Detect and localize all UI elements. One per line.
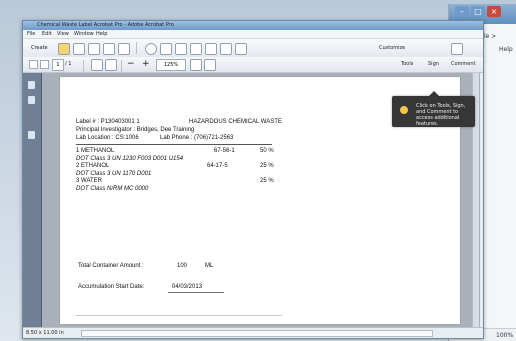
page-number-input[interactable]: 1 [52, 59, 64, 71]
background-help: Help [499, 46, 513, 53]
bottom-rule [76, 315, 282, 316]
export-icon[interactable] [220, 43, 232, 55]
zoom-percent: 100% [496, 332, 514, 339]
next-page-icon[interactable] [40, 60, 49, 69]
background-text: le > [484, 33, 497, 40]
chemical-row-3-name: 3 WATER [76, 178, 103, 184]
hazard-title: HAZARDOUS CHEMICAL WASTE [189, 119, 282, 125]
date-underline [168, 292, 224, 293]
window-title: Chemical Waste Label Acrobat Pro - Adobe… [37, 22, 174, 28]
menubar: File Edit View Window Help [23, 30, 483, 38]
tools-tab[interactable]: Tools [401, 58, 413, 70]
expand-icon[interactable] [451, 43, 463, 55]
label-number: Label # : P130403001 1 [76, 119, 140, 125]
chemical-row-1-dot: DOT Class 3 UN 1230 F003 D001 U154 [76, 156, 184, 162]
chemical-row-3-percent: 25 % [260, 178, 274, 184]
chemical-row-2-dot: DOT Class 3 UN 1170 D001 [76, 171, 152, 177]
toolbar-separator [121, 60, 122, 72]
minimize-button[interactable]: – [455, 6, 469, 17]
chemical-row-1-cas: 67-56-1 [214, 148, 235, 154]
chemical-row-1-percent: 50 % [260, 148, 274, 154]
comment-icon[interactable] [175, 43, 187, 55]
tool-icon[interactable] [160, 43, 172, 55]
prev-page-icon[interactable] [29, 60, 38, 69]
rotate-icon[interactable] [204, 59, 216, 71]
zoom-in-button[interactable]: + [142, 58, 150, 70]
chemical-row-1-name: 1 METHANOL [76, 148, 115, 154]
close-button[interactable]: × [487, 6, 501, 17]
zoom-out-button[interactable]: − [127, 58, 135, 70]
toolbar-separator [83, 60, 84, 72]
chemical-row-2-cas: 64-17-5 [207, 163, 228, 169]
status-bar: 8.50 x 11.00 in [23, 327, 483, 338]
page-size: 8.50 x 11.00 in [26, 330, 64, 336]
chemical-row-2-percent: 25 % [260, 163, 274, 169]
navigate-icon[interactable] [145, 43, 157, 55]
chemical-row-2-name: 2 ETHANOL [76, 163, 110, 169]
comment-tab[interactable]: Comment [451, 58, 476, 70]
menu-help[interactable]: Help [96, 31, 107, 37]
principal-investigator: Principal Investigator : Bridges, Dee Tr… [76, 127, 195, 133]
menu-view[interactable]: View [57, 31, 69, 37]
titlebar: Chemical Waste Label Acrobat Pro - Adobe… [23, 21, 483, 30]
share-icon[interactable] [190, 43, 202, 55]
bookmarks-icon[interactable] [28, 96, 35, 104]
menu-file[interactable]: File [27, 31, 35, 37]
chemical-row-3-dot: DOT Class N/RM MC 0000 [76, 186, 149, 192]
total-container-label: Total Container Amount : [78, 263, 144, 269]
lab-location: Lab Location : CS:1006 [76, 135, 139, 141]
mail-icon[interactable] [103, 43, 115, 55]
horizontal-scrollbar[interactable] [81, 330, 433, 337]
total-container-unit: ML [205, 263, 214, 269]
document-rule [76, 144, 272, 145]
fit-page-icon[interactable] [190, 59, 202, 71]
menu-edit[interactable]: Edit [42, 31, 52, 37]
sign-tab[interactable]: Sign [428, 58, 439, 70]
combine-icon[interactable] [235, 43, 247, 55]
settings-icon[interactable] [118, 43, 130, 55]
lightbulb-icon [400, 106, 408, 114]
feature-tooltip: Click on Tools, Sign, and Comment to acc… [392, 91, 475, 127]
accumulation-date: 04/03/2013 [172, 284, 203, 290]
main-toolbar: Create Customize [23, 38, 483, 58]
tooltip-arrow [429, 91, 439, 96]
page-thumbnails-icon[interactable] [28, 81, 35, 89]
sign-icon[interactable] [205, 43, 217, 55]
toolbar-separator [136, 42, 137, 54]
lab-phone: Lab Phone : (706)721-2563 [160, 135, 234, 141]
acrobat-window[interactable]: Chemical Waste Label Acrobat Pro - Adobe… [22, 20, 484, 339]
menu-window[interactable]: Window [74, 31, 94, 37]
navigation-toolbar: 1 / 1 − + 125% Tools Sign Comment [23, 57, 483, 73]
navigation-pane[interactable] [23, 73, 42, 328]
hand-icon[interactable] [105, 59, 117, 71]
print-icon[interactable] [88, 43, 100, 55]
maximize-button[interactable]: □ [471, 6, 485, 17]
select-icon[interactable] [91, 59, 103, 71]
attachments-icon[interactable] [28, 131, 35, 139]
zoom-field[interactable]: 125% [156, 59, 186, 71]
open-icon[interactable] [58, 43, 70, 55]
page-total: / 1 [65, 61, 72, 67]
customize-button[interactable]: Customize [379, 42, 405, 54]
create-button[interactable]: Create [31, 42, 48, 54]
accumulation-label: Accumulation Start Date: [78, 284, 145, 290]
tooltip-text: Click on Tools, Sign, and Comment to acc… [416, 103, 466, 127]
save-icon[interactable] [73, 43, 85, 55]
total-container-value: 100 [177, 263, 188, 269]
